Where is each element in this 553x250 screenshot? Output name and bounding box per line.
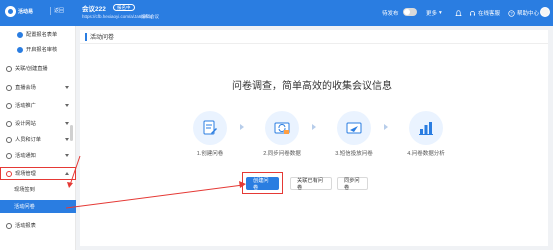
sync-survey-button[interactable]: 同步问卷 — [337, 177, 368, 191]
sidebar-scrollbar[interactable] — [70, 125, 73, 141]
sidebar-item-people-orders[interactable]: 人员和订单 — [0, 133, 76, 146]
step-create: 1.创建问卷 — [185, 111, 235, 157]
sidebar-item-promotion[interactable]: 活动推广 — [0, 99, 76, 112]
survey-tagline: 问卷调查，简单高效的收集会议信息 — [232, 81, 392, 92]
check-circle-icon — [17, 31, 23, 38]
sidebar-item-checkin[interactable]: 现场签到 — [0, 183, 76, 196]
meeting-title: 会议222 — [82, 6, 106, 13]
status-badge: 报名中 — [113, 4, 135, 11]
sidebar-item-label: 现场管理 — [15, 171, 36, 177]
sidebar: 配置报名表单 开启报名审核 关联/创建直播 直播会场 活动推广 设计网站 人员和… — [0, 26, 76, 250]
chevron-down-icon: ▾ — [439, 10, 442, 16]
palette-icon — [6, 120, 12, 127]
chevron-up-icon — [65, 172, 69, 175]
avatar[interactable] — [540, 7, 550, 17]
back-link[interactable]: 返回 — [54, 7, 64, 14]
sidebar-item-label: 配置报名表单 — [26, 32, 58, 38]
logo[interactable]: 活动易 — [5, 5, 47, 18]
video-icon — [6, 84, 12, 91]
chevron-down-icon — [65, 154, 69, 157]
arrow-right-icon — [240, 124, 244, 130]
help-icon: ? — [508, 9, 515, 17]
logo-text: 活动易 — [18, 9, 34, 15]
publish-label: 待发布 — [382, 11, 399, 17]
sidebar-item-label: 活动推广 — [15, 103, 36, 109]
bell-icon[interactable] — [455, 0, 462, 26]
sidebar-item-survey[interactable]: 活动问卷 — [0, 200, 76, 213]
sidebar-item-review[interactable]: 开启报名审核 — [0, 43, 76, 56]
user-icon — [6, 136, 12, 143]
chevron-down-icon — [65, 122, 69, 125]
step-analysis: 4.问卷数据分析 — [401, 111, 451, 157]
sidebar-item-label: 关联/创建直播 — [15, 66, 48, 72]
top-bar: 活动易 返回 会议222 报名中 https://cfb.hexiaoyi.co… — [0, 0, 553, 26]
report-icon — [6, 222, 12, 229]
more-label: 更多 — [426, 11, 438, 17]
step-label: 3.短信投放问卷 — [335, 151, 373, 157]
step-label: 4.问卷数据分析 — [407, 151, 445, 157]
sidebar-item-label: 设计网站 — [15, 121, 36, 127]
sidebar-item-form-config[interactable]: 配置报名表单 — [0, 28, 76, 41]
check-circle-icon — [17, 46, 23, 53]
link-existing-survey-button[interactable]: 关联已有问卷 — [290, 177, 332, 191]
arrow-right-icon — [312, 124, 316, 130]
create-survey-button[interactable]: 创建问卷 — [246, 177, 279, 191]
sync-data-icon — [265, 111, 299, 145]
page-header: 活动问卷 — [80, 30, 548, 44]
sidebar-item-notifications[interactable]: 活动通知 — [0, 149, 76, 162]
bell-icon — [6, 152, 12, 159]
service-label: 在线客服 — [478, 11, 501, 17]
main-content: 活动问卷 — [80, 30, 548, 246]
sidebar-item-label: 活动报表 — [15, 223, 36, 229]
online-service[interactable]: 在线客服 — [469, 0, 500, 26]
sidebar-item-label: 开启报名审核 — [26, 47, 58, 53]
chevron-down-icon — [65, 138, 69, 141]
bar-chart-icon — [409, 111, 443, 145]
svg-text:?: ? — [510, 11, 513, 16]
page-title: 活动问卷 — [90, 35, 115, 41]
header-accent-bar — [85, 32, 87, 41]
edit-meeting-link[interactable]: 编辑会议 — [141, 14, 159, 20]
sidebar-item-onsite[interactable]: 现场管理 — [0, 167, 76, 180]
chevron-down-icon — [65, 86, 69, 89]
clipboard-edit-icon — [193, 111, 227, 145]
publish-toggle[interactable] — [403, 8, 417, 16]
sidebar-item-live-link[interactable]: 关联/创建直播 — [0, 62, 76, 75]
help-label: 帮助中心 — [517, 11, 540, 17]
megaphone-icon — [6, 102, 12, 109]
arrow-right-icon — [384, 124, 388, 130]
help-center[interactable]: ? 帮助中心 — [508, 0, 539, 26]
sidebar-item-label: 直播会场 — [15, 85, 36, 91]
sidebar-item-label: 人员和订单 — [15, 137, 41, 143]
sidebar-item-label: 活动问卷 — [14, 204, 35, 210]
headset-icon — [470, 10, 475, 16]
sidebar-item-reports[interactable]: 活动报表 — [0, 219, 76, 232]
location-icon — [6, 170, 12, 177]
sidebar-item-label: 现场签到 — [14, 187, 35, 193]
step-label: 1.创建问卷 — [196, 151, 224, 157]
link-icon — [6, 65, 12, 72]
step-sms: 3.短信投放问卷 — [329, 111, 379, 157]
sidebar-item-website[interactable]: 设计网站 — [0, 117, 76, 130]
chevron-down-icon — [65, 104, 69, 107]
sidebar-item-live-venue[interactable]: 直播会场 — [0, 81, 76, 94]
more-menu[interactable]: 更多 ▾ — [426, 0, 442, 26]
divider — [50, 7, 51, 15]
logo-mark-icon — [5, 6, 16, 17]
step-label: 2.同步问卷数据 — [263, 151, 301, 157]
sidebar-item-label: 活动通知 — [15, 153, 36, 159]
step-sync: 2.同步问卷数据 — [257, 111, 307, 157]
sms-send-icon — [337, 111, 371, 145]
